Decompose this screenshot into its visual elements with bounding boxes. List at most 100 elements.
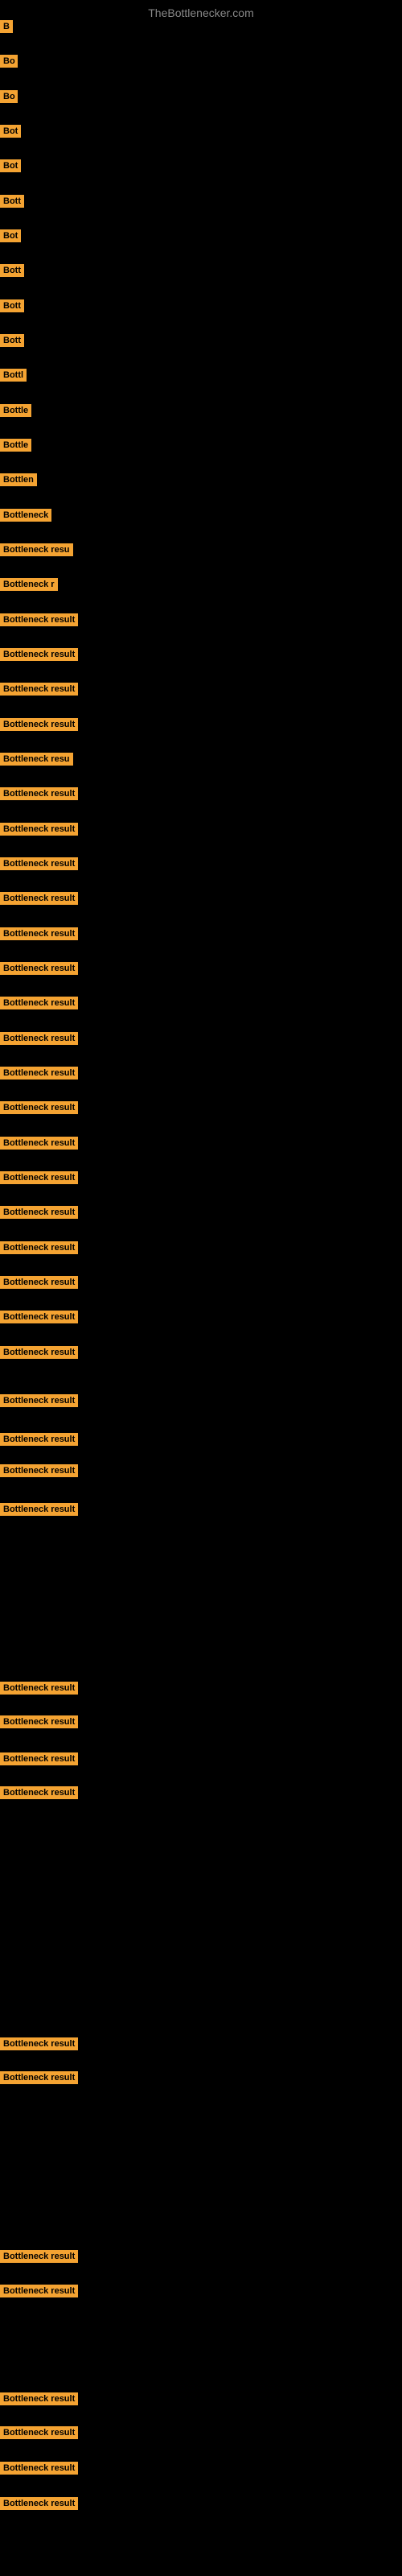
badge-item: Bottleneck result <box>0 1464 78 1481</box>
badge-label: Bottleneck result <box>0 2037 78 2050</box>
badge-label: Bottleneck result <box>0 613 78 626</box>
badge-item: Bottle <box>0 404 31 421</box>
badge-item: Bottleneck result <box>0 1346 78 1363</box>
badge-item: Bottleneck result <box>0 892 78 909</box>
badge-item: Bottleneck result <box>0 1503 78 1520</box>
badge-item: Bottleneck result <box>0 997 78 1013</box>
badge-label: Bottleneck result <box>0 2250 78 2263</box>
badge-label: Bottleneck result <box>0 892 78 905</box>
badge-label: Bottlen <box>0 473 37 486</box>
badge-label: Bottleneck result <box>0 927 78 940</box>
badge-label: Bo <box>0 90 18 103</box>
badge-label: Bottleneck result <box>0 648 78 661</box>
badge-label: Bott <box>0 264 24 277</box>
badge-item: Bottleneck result <box>0 683 78 700</box>
badge-item: Bot <box>0 229 21 246</box>
badge-item: Bottlen <box>0 473 37 490</box>
badge-item: Bottleneck result <box>0 1276 78 1293</box>
badge-item: Bottleneck result <box>0 648 78 665</box>
badge-label: Bottleneck result <box>0 1032 78 1045</box>
badge-item: Bottleneck result <box>0 2462 78 2479</box>
badge-item: Bottleneck result <box>0 2250 78 2267</box>
badge-label: Bottleneck result <box>0 2462 78 2475</box>
badge-label: Bottleneck result <box>0 997 78 1009</box>
badge-item: Bottleneck result <box>0 857 78 874</box>
badge-item: Bottleneck result <box>0 927 78 944</box>
badge-label: Bottle <box>0 439 31 452</box>
badge-label: Bottleneck resu <box>0 543 73 556</box>
badge-item: Bottleneck result <box>0 1715 78 1732</box>
badge-label: Bottleneck result <box>0 857 78 870</box>
badge-item: Bottleneck result <box>0 2497 78 2514</box>
badge-item: Bottleneck result <box>0 1067 78 1084</box>
badge-item: Bottleneck result <box>0 1786 78 1803</box>
badge-item: Bottleneck result <box>0 1311 78 1327</box>
badge-label: Bottleneck r <box>0 578 58 591</box>
badge-item: Bottleneck resu <box>0 753 73 770</box>
badge-label: Bottleneck result <box>0 1171 78 1184</box>
badge-label: Bo <box>0 55 18 68</box>
badge-item: Bott <box>0 264 24 281</box>
badge-label: Bottleneck result <box>0 1137 78 1150</box>
badge-label: Bottleneck result <box>0 718 78 731</box>
badge-label: Bottleneck result <box>0 2392 78 2405</box>
badge-label: Bot <box>0 159 21 172</box>
badge-label: Bott <box>0 195 24 208</box>
site-title: TheBottlenecker.com <box>0 0 402 26</box>
badge-item: Bottleneck result <box>0 1171 78 1188</box>
badge-label: Bottleneck <box>0 509 51 522</box>
badge-label: Bott <box>0 299 24 312</box>
badge-item: Bott <box>0 195 24 212</box>
badge-label: Bottleneck resu <box>0 753 73 766</box>
badge-item: Bottleneck result <box>0 823 78 840</box>
badge-item: Bottleneck result <box>0 2392 78 2409</box>
badge-item: Bottleneck result <box>0 1241 78 1258</box>
badge-label: Bottleneck result <box>0 683 78 696</box>
badge-label: Bottleneck result <box>0 1433 78 1446</box>
badge-label: Bottleneck result <box>0 787 78 800</box>
badge-label: Bottl <box>0 369 27 382</box>
badge-label: Bottleneck result <box>0 2426 78 2439</box>
badge-label: Bottleneck result <box>0 1752 78 1765</box>
badge-item: Bottleneck r <box>0 578 58 595</box>
badge-item: Bottle <box>0 439 31 456</box>
badge-item: Bottleneck result <box>0 2426 78 2443</box>
badge-label: Bottleneck result <box>0 1276 78 1289</box>
badge-item: Bottleneck result <box>0 1433 78 1450</box>
badge-label: Bot <box>0 125 21 138</box>
badge-item: Bottleneck result <box>0 1101 78 1118</box>
badge-item: Bottleneck <box>0 509 51 526</box>
badge-label: Bottleneck result <box>0 1101 78 1114</box>
badge-label: Bottleneck result <box>0 1786 78 1799</box>
badge-label: Bottle <box>0 404 31 417</box>
badge-item: Bo <box>0 90 18 107</box>
badge-item: Bottleneck result <box>0 962 78 979</box>
badge-item: Bottleneck result <box>0 1206 78 1223</box>
badge-label: Bottleneck result <box>0 823 78 836</box>
badge-item: Bott <box>0 299 24 316</box>
badge-label: Bottleneck result <box>0 1206 78 1219</box>
badge-item: Bottleneck result <box>0 2037 78 2054</box>
badge-label: Bottleneck result <box>0 1464 78 1477</box>
badge-item: Bot <box>0 159 21 176</box>
badge-item: Bottleneck result <box>0 1752 78 1769</box>
badge-item: Bottleneck result <box>0 1137 78 1154</box>
badge-item: Bo <box>0 55 18 72</box>
badge-item: B <box>0 20 13 37</box>
badge-label: Bott <box>0 334 24 347</box>
badge-label: Bottleneck result <box>0 2285 78 2297</box>
badge-item: Bottleneck result <box>0 2071 78 2088</box>
badge-label: B <box>0 20 13 33</box>
badge-item: Bottleneck result <box>0 1032 78 1049</box>
badge-label: Bottleneck result <box>0 1682 78 1695</box>
badge-item: Bottleneck result <box>0 2285 78 2301</box>
badge-item: Bott <box>0 334 24 351</box>
badge-label: Bottleneck result <box>0 1503 78 1516</box>
badge-item: Bottleneck resu <box>0 543 73 560</box>
badge-label: Bottleneck result <box>0 1394 78 1407</box>
badge-label: Bottleneck result <box>0 2497 78 2510</box>
badge-label: Bottleneck result <box>0 2071 78 2084</box>
badge-label: Bot <box>0 229 21 242</box>
badge-label: Bottleneck result <box>0 1067 78 1080</box>
badge-item: Bottleneck result <box>0 718 78 735</box>
